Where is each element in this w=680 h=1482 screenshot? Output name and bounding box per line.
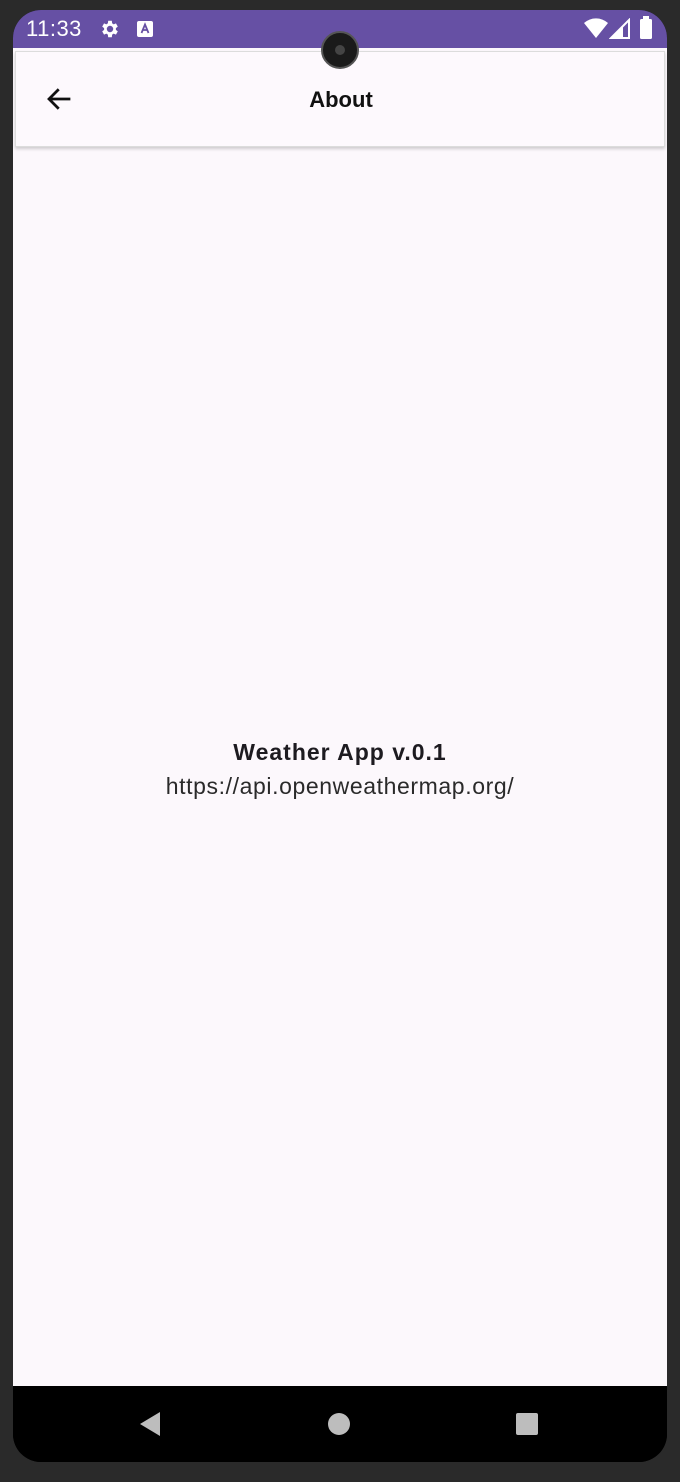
status-time: 11:33 <box>26 16 82 41</box>
system-navigation-bar <box>13 1386 667 1462</box>
app-name-version: Weather App v.0.1 <box>233 739 447 765</box>
signal-icon <box>608 17 631 45</box>
about-info: Weather App v.0.1 https://api.openweathe… <box>13 736 667 804</box>
api-url-link[interactable]: https://api.openweathermap.org/ <box>13 768 667 804</box>
phone-screen: 11:33 About Weather App v.0.1 https://ap… <box>13 10 667 1462</box>
text-a-icon <box>135 19 155 44</box>
wifi-icon <box>583 17 609 44</box>
gear-icon <box>99 18 121 45</box>
front-camera <box>321 31 359 69</box>
app-content: About Weather App v.0.1 https://api.open… <box>13 48 667 1386</box>
back-triangle-icon[interactable] <box>137 1410 163 1443</box>
battery-icon <box>639 16 653 45</box>
arrow-left-icon <box>44 84 74 119</box>
recents-square-icon[interactable] <box>515 1412 539 1441</box>
back-button[interactable] <box>42 84 76 118</box>
device-frame: 11:33 About Weather App v.0.1 https://ap… <box>0 0 680 1482</box>
home-circle-icon[interactable] <box>327 1412 351 1441</box>
